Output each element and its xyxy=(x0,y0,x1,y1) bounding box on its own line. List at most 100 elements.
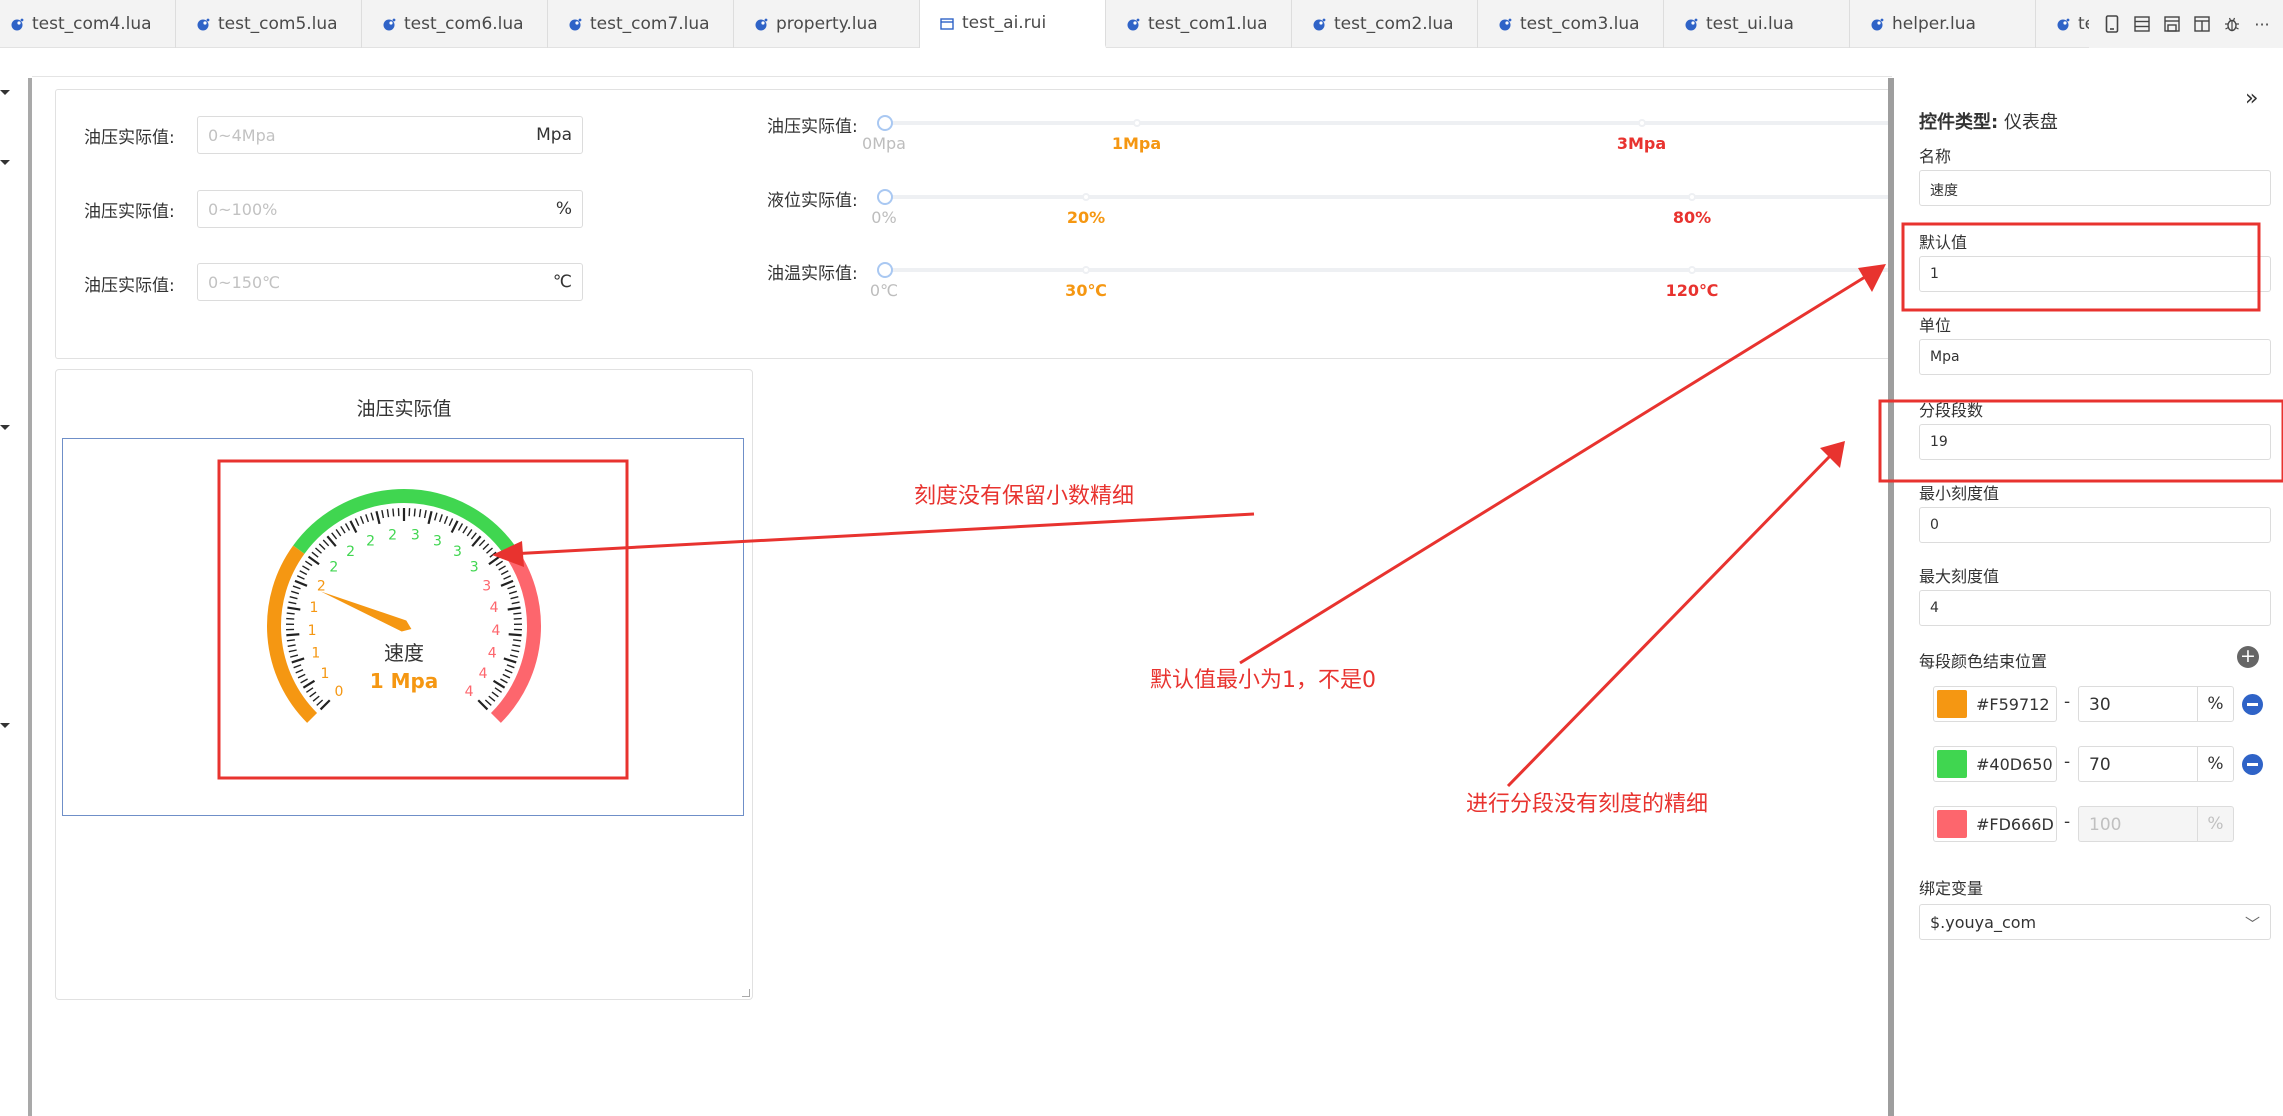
color-hex: #40D650 xyxy=(1976,755,2053,774)
input-unit: Mpa xyxy=(536,125,572,145)
gauge-card-title: 油压实际值 xyxy=(356,398,452,420)
canvas-top-border xyxy=(32,76,1892,77)
rui-file-icon xyxy=(940,16,954,30)
percent-unit: % xyxy=(2197,807,2233,841)
lua-file-icon xyxy=(2056,17,2070,31)
mobile-preview-icon[interactable] xyxy=(2103,15,2121,33)
segment-end-input[interactable]: 70 % xyxy=(2078,746,2234,782)
tab-test-ui-lua[interactable]: test_ui.lua xyxy=(1664,0,1850,48)
control-type-value: 仪表盘 xyxy=(2003,112,2058,133)
segment-end-value: 30 xyxy=(2089,695,2111,715)
slider-mark-label: 1Mpa xyxy=(1111,134,1162,153)
tab-test-com4-lua[interactable]: test_com4.lua xyxy=(0,0,176,48)
remove-segment-icon[interactable] xyxy=(2242,694,2263,715)
segment-colors-label: 每段颜色结束位置 xyxy=(1919,652,2048,671)
lua-file-icon xyxy=(1312,17,1326,31)
tab-test-com2-lua[interactable]: test_com2.lua xyxy=(1292,0,1478,48)
oil-pressure-input[interactable]: 0~4Mpa Mpa xyxy=(197,116,583,154)
segments-label: 分段段数 xyxy=(1919,401,1984,420)
lua-file-icon xyxy=(382,17,396,31)
collapse-panel-icon[interactable]: » xyxy=(2245,86,2258,111)
color-swatch[interactable] xyxy=(1937,690,1967,718)
max-scale-input[interactable]: 4 xyxy=(1919,590,2271,626)
control-type: 控件类型: 仪表盘 xyxy=(1919,108,2058,134)
list-view-icon[interactable] xyxy=(2133,15,2151,33)
editor-tab-bar: test_com4.lua test_com5.lua test_com6.lua t… xyxy=(0,0,2283,48)
resize-handle-icon[interactable] xyxy=(742,989,750,997)
more-icon[interactable]: ··· xyxy=(2253,15,2271,34)
input-unit: % xyxy=(555,199,572,219)
save-layout-icon[interactable] xyxy=(2163,15,2181,33)
tab-label: test_com2.lua xyxy=(1334,14,1454,34)
temperature-slider[interactable] xyxy=(884,268,1894,272)
segment-end-input: 100 % xyxy=(2078,806,2234,842)
bind-variable-select[interactable]: $.youya_com ﹀ xyxy=(1919,904,2271,940)
slider-handle[interactable] xyxy=(877,189,893,205)
panel-layout-icon[interactable] xyxy=(2193,15,2211,33)
lua-file-icon xyxy=(1498,17,1512,31)
max-scale-value: 4 xyxy=(1930,600,1939,616)
slider-handle[interactable] xyxy=(877,262,893,278)
color-picker[interactable]: #FD666D xyxy=(1933,806,2057,842)
tab-test-com1-lua[interactable]: test_com1.lua xyxy=(1106,0,1292,48)
editor-toolbar: ··· xyxy=(2089,0,2283,48)
color-swatch[interactable] xyxy=(1937,810,1967,838)
collapse-arrow-icon[interactable] xyxy=(0,425,10,430)
bind-variable-label: 绑定变量 xyxy=(1919,879,1984,898)
gauge-card[interactable]: 油压实际值 xyxy=(55,369,753,1000)
oil-pressure-slider[interactable] xyxy=(884,121,1894,125)
debug-icon[interactable] xyxy=(2223,15,2241,33)
tab-helper-lua[interactable]: helper.lua xyxy=(1850,0,2036,48)
input-label-oil-pressure: 油压实际值: xyxy=(84,128,175,148)
segment-end-input[interactable]: 30 % xyxy=(2078,686,2234,722)
tab-test-com7-lua[interactable]: test_com7.lua xyxy=(548,0,734,48)
lua-file-icon xyxy=(1870,17,1884,31)
slider-mark-label: 0Mpa xyxy=(862,134,906,153)
remove-segment-icon[interactable] xyxy=(2242,754,2263,775)
slider-handle[interactable] xyxy=(877,115,893,131)
name-label: 名称 xyxy=(1919,147,1952,166)
unit-label: 单位 xyxy=(1919,316,1952,335)
chevron-down-icon: ﹀ xyxy=(2244,915,2260,933)
temperature-input[interactable]: 0~150℃ ℃ xyxy=(197,263,583,301)
unit-input[interactable]: Mpa xyxy=(1919,339,2271,375)
range-separator: - xyxy=(2064,752,2071,772)
range-separator: - xyxy=(2064,812,2071,832)
tab-test-com5-lua[interactable]: test_com5.lua xyxy=(176,0,362,48)
add-segment-icon[interactable]: + xyxy=(2237,646,2259,668)
slider-mark-label: 120℃ xyxy=(1665,281,1719,300)
min-scale-input[interactable]: 0 xyxy=(1919,507,2271,543)
collapse-arrow-icon[interactable] xyxy=(0,723,10,728)
slider-mark-dot xyxy=(1637,119,1646,127)
annotation-segment-precision: 进行分段没有刻度的精细 xyxy=(1466,792,1709,817)
collapse-arrow-icon[interactable] xyxy=(0,90,10,95)
left-gutter xyxy=(28,78,32,1116)
color-swatch[interactable] xyxy=(1937,750,1967,778)
tab-property-lua[interactable]: property.lua xyxy=(734,0,920,48)
range-separator: - xyxy=(2064,692,2071,712)
slider-mark-dot xyxy=(1688,193,1696,201)
tab-test-ai-rui[interactable]: test_ai.rui xyxy=(920,0,1106,48)
color-hex: #F59712 xyxy=(1976,695,2050,714)
input-placeholder: 0~150℃ xyxy=(208,273,281,292)
min-scale-label: 最小刻度值 xyxy=(1919,484,2000,503)
segments-input[interactable]: 19 xyxy=(1919,424,2271,460)
tab-test-com3-lua[interactable]: test_com3.lua xyxy=(1478,0,1664,48)
annotation-scale-precision: 刻度没有保留小数精细 xyxy=(914,484,1135,509)
lua-file-icon xyxy=(754,17,768,31)
level-slider[interactable] xyxy=(884,195,1894,199)
lua-file-icon xyxy=(1126,17,1140,31)
level-input[interactable]: 0~100% % xyxy=(197,190,583,228)
color-picker[interactable]: #40D650 xyxy=(1933,746,2057,782)
name-input[interactable]: 速度 xyxy=(1919,170,2271,206)
color-hex: #FD666D xyxy=(1976,815,2054,834)
collapse-arrow-icon[interactable] xyxy=(0,160,10,165)
control-type-label: 控件类型: xyxy=(1919,112,1999,133)
default-value: 1 xyxy=(1930,266,1939,282)
tab-test-com6-lua[interactable]: test_com6.lua xyxy=(362,0,548,48)
color-picker[interactable]: #F59712 xyxy=(1933,686,2057,722)
default-value-input[interactable]: 1 xyxy=(1919,256,2271,292)
tab-label: test_com5.lua xyxy=(218,14,338,34)
slider-mark-dot xyxy=(1082,266,1090,274)
gauge-selection-frame[interactable] xyxy=(62,438,744,816)
